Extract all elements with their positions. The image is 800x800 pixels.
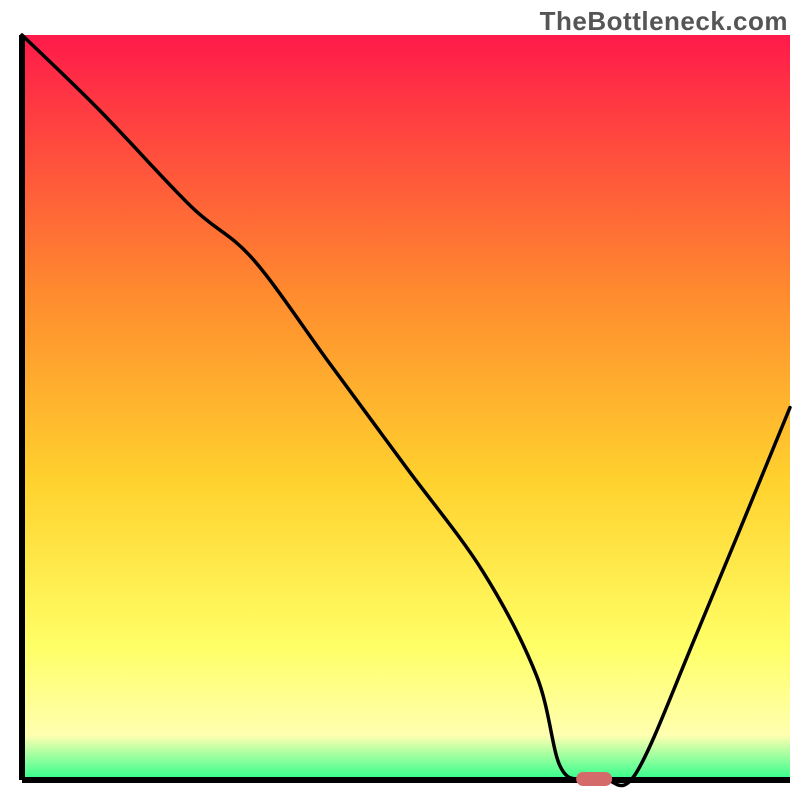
optimum-marker [576,772,612,786]
watermark-label: TheBottleneck.com [540,6,788,37]
bottleneck-chart [0,0,800,800]
chart-container: TheBottleneck.com [0,0,800,800]
plot-background [22,35,790,780]
